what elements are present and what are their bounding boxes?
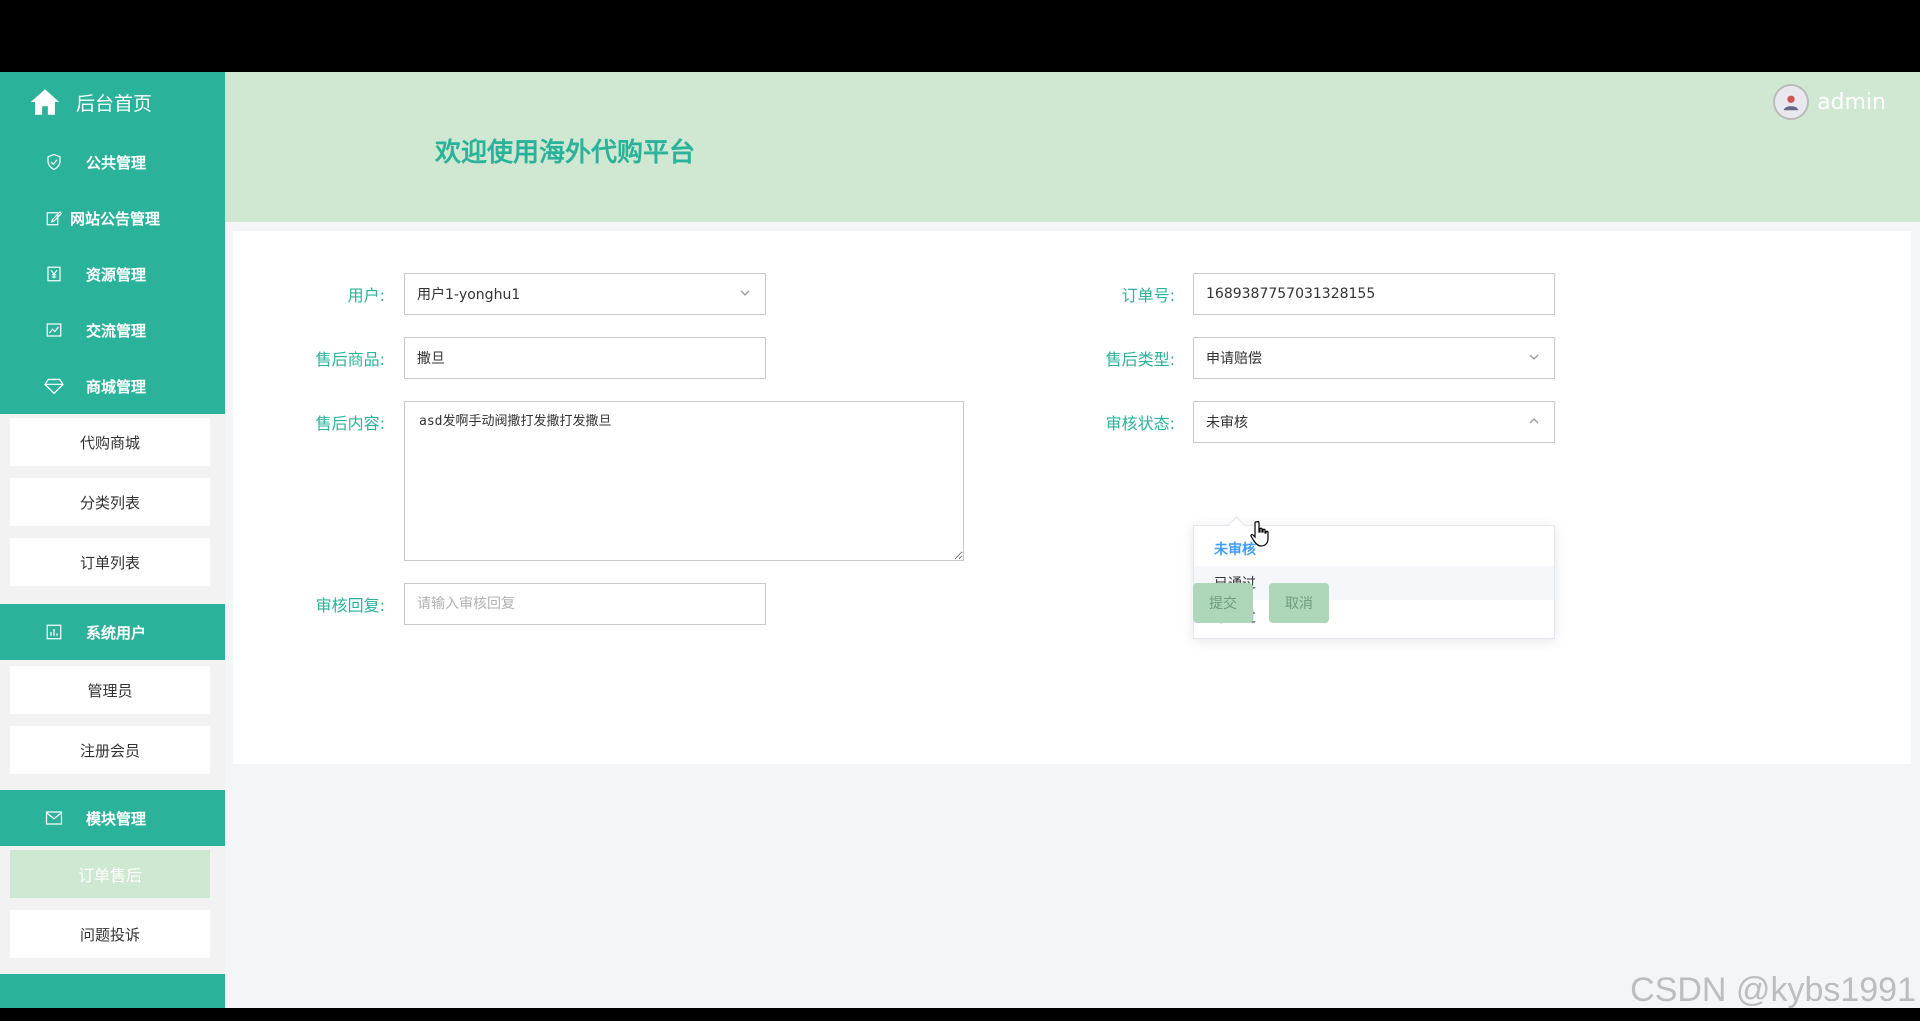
sidebar-item-admin[interactable]: 管理员: [10, 666, 210, 714]
mail-icon: [44, 808, 64, 828]
content-textarea[interactable]: [404, 401, 964, 561]
sidebar-home[interactable]: 后台首页: [0, 72, 225, 132]
after-sale-form: 用户: 用户1-yonghu1 订单号: 1689387757031328155…: [233, 231, 1911, 764]
sidebar-group-system-user[interactable]: 系统用户: [0, 604, 225, 660]
type-select-value: 申请赔偿: [1206, 351, 1262, 367]
status-option-pending[interactable]: 未审核: [1194, 532, 1554, 566]
status-select[interactable]: 未审核: [1193, 401, 1555, 443]
sidebar-submenu-module: 订单售后 问题投诉: [0, 846, 225, 974]
sidebar-home-label: 后台首页: [76, 92, 153, 115]
watermark: CSDN @kybs1991: [1630, 971, 1916, 1008]
sidebar-item-after-sale[interactable]: 订单售后: [10, 850, 210, 898]
sidebar-item-mall[interactable]: 代购商城: [10, 418, 210, 466]
sidebar-submenu-users: 管理员 注册会员: [0, 660, 225, 790]
user-label: 用户:: [347, 286, 385, 305]
user-select-value: 用户1-yonghu1: [417, 287, 521, 303]
user-icon: [1783, 95, 1799, 111]
cancel-button[interactable]: 取消: [1269, 583, 1329, 623]
status-label: 审核状态:: [1105, 414, 1175, 433]
app-viewport: 后台首页 公共管理 网站公告管理 资源管理 交流管理 商城管理 代购商城 分类列…: [0, 72, 1920, 1008]
user-menu[interactable]: admin: [1773, 84, 1886, 120]
avatar: [1773, 84, 1810, 120]
sidebar-group-label: 模块管理: [86, 809, 147, 828]
home-icon: [30, 89, 60, 115]
header: 欢迎使用海外代购平台 admin: [225, 72, 1920, 222]
sidebar-item-members[interactable]: 注册会员: [10, 726, 210, 774]
chevron-down-icon: [740, 290, 750, 296]
sidebar: 后台首页 公共管理 网站公告管理 资源管理 交流管理 商城管理 代购商城 分类列…: [0, 72, 225, 1008]
sidebar-item-category[interactable]: 分类列表: [10, 478, 210, 526]
sidebar-group-label: 资源管理: [86, 265, 147, 284]
product-label: 售后商品:: [315, 350, 385, 369]
order-number-field[interactable]: 1689387757031328155: [1193, 273, 1555, 315]
sidebar-item-orders[interactable]: 订单列表: [10, 538, 210, 586]
shield-icon: [44, 152, 64, 172]
reply-label: 审核回复:: [315, 596, 385, 615]
order-label: 订单号:: [1121, 286, 1175, 305]
page-title: 欢迎使用海外代购平台: [435, 138, 696, 168]
sidebar-group-label: 交流管理: [86, 321, 147, 340]
edit-icon: [44, 208, 64, 228]
username: admin: [1817, 89, 1886, 115]
sidebar-group-communication[interactable]: 交流管理: [0, 302, 225, 358]
type-label: 售后类型:: [1105, 350, 1175, 369]
type-select[interactable]: 申请赔偿: [1193, 337, 1555, 379]
sidebar-group-public[interactable]: 公共管理: [0, 134, 225, 190]
product-value: 撒旦: [417, 351, 445, 367]
diamond-icon: [44, 376, 64, 396]
sidebar-group-mall[interactable]: 商城管理: [0, 358, 225, 414]
content-label: 售后内容:: [315, 414, 385, 433]
sidebar-item-complaint[interactable]: 问题投诉: [10, 910, 210, 958]
chevron-up-icon: [1529, 418, 1539, 424]
bar-chart-icon: [44, 622, 64, 642]
product-field[interactable]: 撒旦: [404, 337, 766, 379]
sidebar-group-label: 公共管理: [86, 153, 147, 172]
sidebar-group-label: 系统用户: [86, 623, 147, 642]
status-select-value: 未审核: [1206, 415, 1248, 431]
sidebar-submenu-mall: 代购商城 分类列表 订单列表: [0, 414, 225, 604]
user-select[interactable]: 用户1-yonghu1: [404, 273, 766, 315]
sidebar-group-label: 网站公告管理: [70, 209, 161, 228]
sidebar-group-announcement[interactable]: 网站公告管理: [0, 190, 225, 246]
sidebar-group-resource[interactable]: 资源管理: [0, 246, 225, 302]
sidebar-group-label: 商城管理: [86, 377, 147, 396]
yen-icon: [44, 264, 64, 284]
chevron-down-icon: [1529, 354, 1539, 360]
hand-cursor-icon: [1250, 520, 1269, 547]
order-number-value: 1689387757031328155: [1206, 286, 1376, 302]
reply-input[interactable]: [404, 583, 766, 625]
chart-icon: [44, 320, 64, 340]
sidebar-group-module[interactable]: 模块管理: [0, 790, 225, 846]
submit-button[interactable]: 提交: [1193, 583, 1253, 623]
